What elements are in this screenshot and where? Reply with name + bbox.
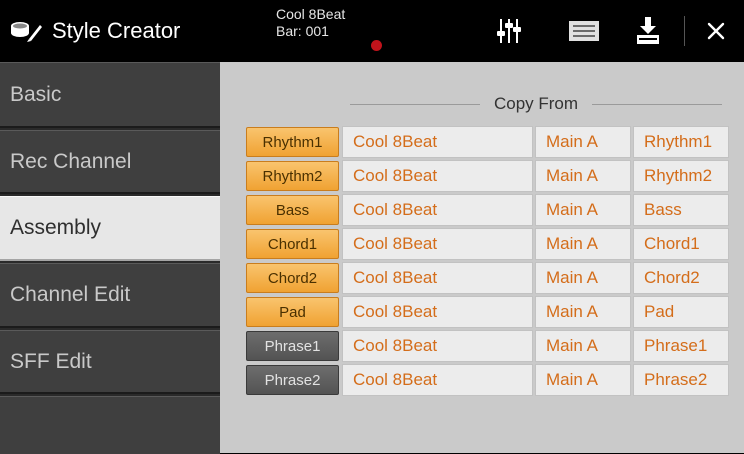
sidebar-item-basic[interactable]: Basic	[0, 62, 220, 128]
divider	[592, 103, 723, 105]
style-creator-screen: Style Creator Cool 8Beat Bar: 001 Basic …	[0, 0, 744, 454]
table-row: Pad Cool 8Beat Main A Pad	[246, 296, 729, 328]
table-row: Bass Cool 8Beat Main A Bass	[246, 194, 729, 226]
style-cell[interactable]: Cool 8Beat	[342, 262, 533, 294]
table-row: Chord2 Cool 8Beat Main A Chord2	[246, 262, 729, 294]
section-cell[interactable]: Main A	[535, 262, 631, 294]
part-toggle-button[interactable]: Phrase1	[246, 331, 339, 361]
style-cell[interactable]: Cool 8Beat	[342, 228, 533, 260]
style-cell[interactable]: Cool 8Beat	[342, 330, 533, 362]
section-cell[interactable]: Main A	[535, 228, 631, 260]
source-part-cell[interactable]: Rhythm1	[633, 126, 729, 158]
source-part-cell[interactable]: Chord2	[633, 262, 729, 294]
sidebar-item-label: Channel Edit	[10, 283, 131, 306]
record-indicator	[371, 40, 382, 51]
header-bar: Style Creator Cool 8Beat Bar: 001	[0, 0, 744, 62]
source-part-cell[interactable]: Bass	[633, 194, 729, 226]
style-cell[interactable]: Cool 8Beat	[342, 296, 533, 328]
section-cell[interactable]: Main A	[535, 194, 631, 226]
sidebar-item-channel-edit[interactable]: Channel Edit	[0, 263, 220, 328]
source-part-cell[interactable]: Rhythm2	[633, 160, 729, 192]
part-toggle-button[interactable]: Pad	[246, 297, 339, 327]
app-title-text: Style Creator	[52, 18, 181, 43]
table-row: Rhythm2 Cool 8Beat Main A Rhythm2	[246, 160, 729, 192]
part-toggle-button[interactable]: Rhythm2	[246, 161, 339, 191]
style-cell[interactable]: Cool 8Beat	[342, 126, 533, 158]
style-cell[interactable]: Cool 8Beat	[342, 160, 533, 192]
close-icon[interactable]	[698, 18, 734, 44]
part-toggle-button[interactable]: Chord2	[246, 263, 339, 293]
section-cell[interactable]: Main A	[535, 330, 631, 362]
list-icon[interactable]	[566, 18, 602, 44]
style-creator-icon	[10, 19, 44, 43]
copy-from-heading: Copy From	[350, 92, 723, 116]
part-toggle-button[interactable]: Rhythm1	[246, 127, 339, 157]
sidebar-item-label: SFF Edit	[10, 349, 92, 373]
song-name: Cool 8Beat	[276, 6, 346, 22]
sidebar-empty-slot	[0, 396, 220, 454]
part-toggle-button[interactable]: Phrase2	[246, 365, 339, 395]
source-part-cell[interactable]: Phrase1	[633, 330, 729, 362]
source-part-cell[interactable]: Pad	[633, 296, 729, 328]
section-cell[interactable]: Main A	[535, 160, 631, 192]
song-info: Cool 8Beat Bar: 001	[276, 6, 345, 40]
copy-from-label: Copy From	[493, 94, 579, 113]
part-toggle-button[interactable]: Chord1	[246, 229, 339, 259]
part-toggle-button[interactable]: Bass	[246, 195, 339, 225]
save-icon[interactable]	[630, 17, 666, 44]
style-cell[interactable]: Cool 8Beat	[342, 194, 533, 226]
source-part-cell[interactable]: Chord1	[633, 228, 729, 260]
section-cell[interactable]: Main A	[535, 126, 631, 158]
style-cell[interactable]: Cool 8Beat	[342, 364, 533, 396]
table-row: Phrase2 Cool 8Beat Main A Phrase2	[246, 364, 729, 396]
app-title: Style Creator	[10, 14, 218, 48]
section-cell[interactable]: Main A	[535, 296, 631, 328]
sidebar-item-label: Assembly	[10, 216, 102, 239]
assembly-panel: Copy From Rhythm1 Cool 8Beat Main A Rhythm1…	[220, 62, 744, 453]
sidebar-item-sff-edit[interactable]: SFF Edit	[0, 330, 220, 394]
header-separator	[684, 16, 685, 46]
sidebar-item-rec-channel[interactable]: Rec Channel	[0, 130, 220, 194]
mixer-icon[interactable]	[491, 18, 527, 44]
bar-position: Bar: 001	[276, 23, 329, 39]
sidebar-item-label: Basic	[10, 82, 62, 106]
sidebar: Basic Rec Channel Assembly Channel Edit …	[0, 62, 220, 454]
table-row: Phrase1 Cool 8Beat Main A Phrase1	[246, 330, 729, 362]
table-row: Chord1 Cool 8Beat Main A Chord1	[246, 228, 729, 260]
table-row: Rhythm1 Cool 8Beat Main A Rhythm1	[246, 126, 729, 158]
sidebar-item-assembly[interactable]: Assembly	[0, 196, 220, 261]
section-cell[interactable]: Main A	[535, 364, 631, 396]
divider	[350, 103, 480, 105]
source-part-cell[interactable]: Phrase2	[633, 364, 729, 396]
sidebar-item-label: Rec Channel	[10, 149, 132, 173]
